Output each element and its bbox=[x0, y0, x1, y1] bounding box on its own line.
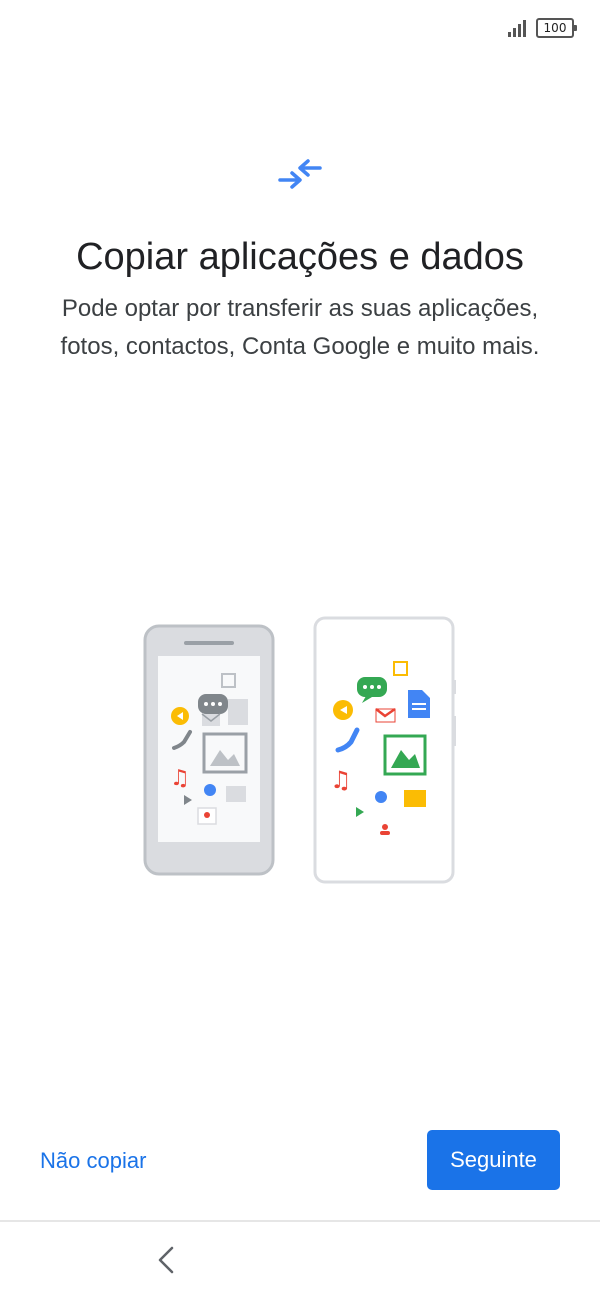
back-button[interactable] bbox=[148, 1240, 184, 1280]
battery-icon: 100 bbox=[536, 18, 577, 38]
status-bar: 100 bbox=[508, 14, 577, 42]
signal-icon bbox=[508, 19, 526, 37]
chevron-left-icon bbox=[158, 1246, 174, 1274]
svg-text:♫: ♫ bbox=[170, 766, 190, 791]
battery-level: 100 bbox=[543, 21, 567, 35]
next-button[interactable]: Seguinte bbox=[427, 1130, 560, 1190]
skip-button[interactable]: Não copiar bbox=[30, 1136, 156, 1186]
old-phone-icon: ♫ bbox=[143, 624, 275, 876]
page-subtitle: Pode optar por transferir as suas aplica… bbox=[60, 295, 540, 360]
new-phone-icon: ♫ bbox=[313, 616, 456, 884]
phones-illustration: ♫ ♫ bbox=[140, 610, 470, 890]
setup-screen: 100 Copiar aplicações e dados Pode optar… bbox=[0, 0, 600, 1300]
nav-divider bbox=[0, 1220, 600, 1222]
transfer-arrows-icon bbox=[276, 158, 324, 198]
svg-text:♫: ♫ bbox=[330, 766, 352, 794]
page-title: Copiar aplicações e dados bbox=[76, 236, 524, 278]
